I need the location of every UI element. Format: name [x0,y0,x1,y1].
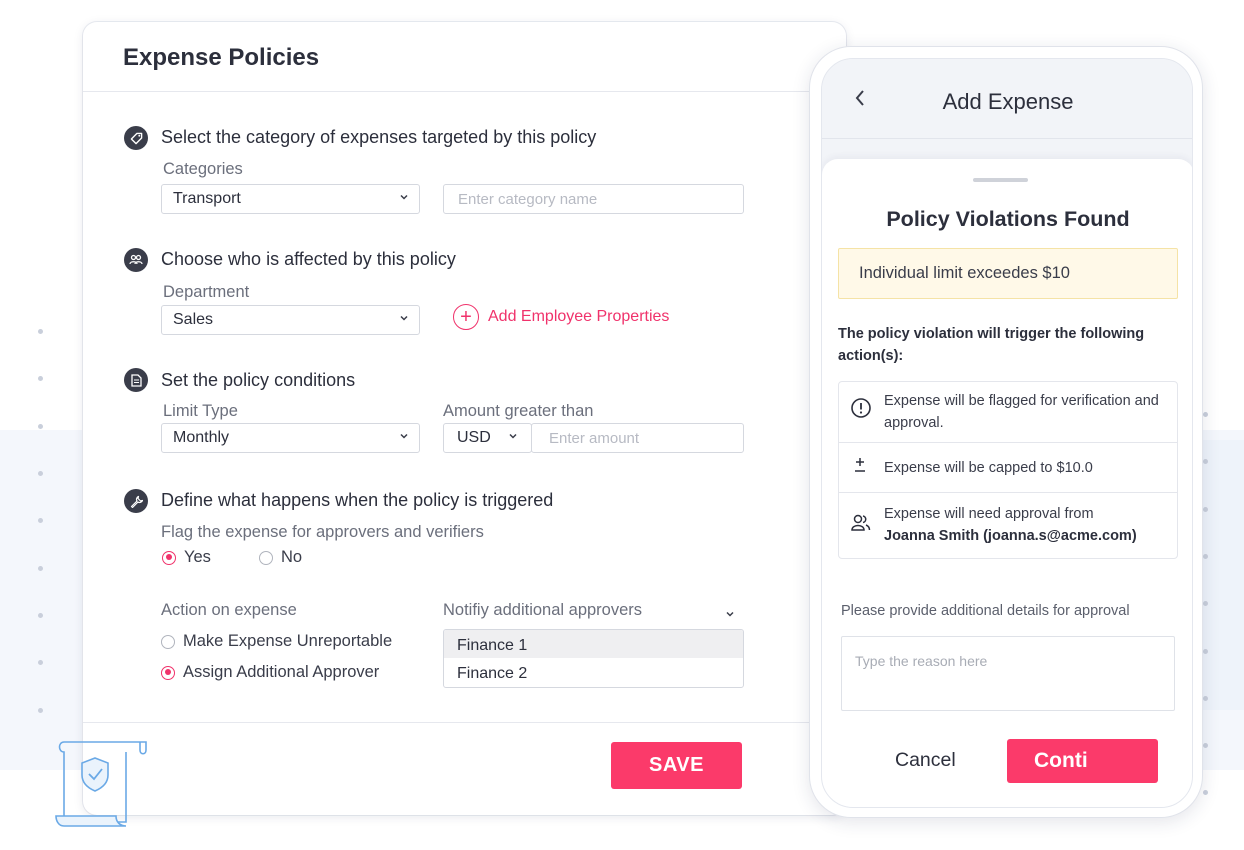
assign-approver-radio[interactable]: Assign Additional Approver [161,663,379,682]
flag-yes-label: Yes [184,548,211,566]
chevron-down-icon [399,310,409,328]
category-section-title: Select the category of expenses targeted… [161,127,597,147]
details-label: Please provide additional details for ap… [841,603,1130,619]
plus-minus-icon [850,455,870,480]
reason-textarea[interactable]: Type the reason here [841,636,1175,711]
limit-type-select[interactable]: Monthly [161,423,420,453]
continue-button[interactable]: Conti [1007,739,1158,783]
approval-text: Expense will need approval from [884,506,1094,522]
plus-circle-icon: + [453,304,479,330]
people-icon [124,248,148,272]
phone-frame: Add Expense Policy Violations Found Indi… [809,46,1203,818]
category-select-value: Transport [173,190,241,207]
amount-input[interactable]: Enter amount [531,423,744,453]
radio-checked-icon [162,550,176,565]
action-on-expense-label: Action on expense [161,601,297,619]
make-unreportable-label: Make Expense Unreportable [183,632,393,650]
chevron-down-icon [399,189,409,207]
currency-select-value: USD [457,429,491,446]
action-text: Expense will be flagged for verification… [884,393,1159,431]
notify-approvers-label: Notifiy additional approvers [443,601,643,619]
save-button[interactable]: SAVE [611,742,742,789]
chevron-down-icon [399,428,409,446]
card-header: Expense Policies [83,22,846,92]
sheet-title: Policy Violations Found [886,207,1130,231]
phone-header: Add Expense [822,59,1192,139]
chevron-down-icon [508,428,518,446]
department-label: Department [163,283,250,301]
amount-label: Amount greater than [443,402,594,420]
approver-option[interactable]: Finance 1 [444,630,743,658]
list-item: Expense will be flagged for verification… [839,382,1177,443]
radio-unchecked-icon [161,634,175,649]
list-item: Expense will need approval from Joanna S… [839,493,1177,559]
phone-screen: Add Expense Policy Violations Found Indi… [821,58,1193,808]
cancel-button[interactable]: Cancel [895,749,956,772]
phone-title: Add Expense [942,89,1074,114]
wrench-icon [124,489,148,513]
sheet-handle[interactable] [973,178,1028,182]
limit-type-select-value: Monthly [173,429,230,446]
document-icon [124,368,148,392]
approvers-listbox[interactable]: Finance 1 Finance 2 [443,629,744,688]
category-select[interactable]: Transport [161,184,420,214]
policy-violations-sheet: Policy Violations Found Individual limit… [822,159,1192,807]
trigger-description: The policy violation will trigger the fo… [838,326,1145,364]
action-text: Expense will need approval from Joanna S… [884,503,1169,547]
currency-select[interactable]: USD [443,423,532,453]
radio-unchecked-icon [259,550,273,565]
shield-scroll-icon [54,740,150,837]
add-employee-properties-label: Add Employee Properties [488,308,670,325]
expense-policies-card: Expense Policies Select the category of … [83,22,846,815]
trigger-section-title: Define what happens when the policy is t… [161,490,554,510]
violation-banner: Individual limit exceedes $10 [838,248,1178,299]
affected-section-title: Choose who is affected by this policy [161,249,456,269]
approver-name: Joanna Smith (joanna.s@acme.com) [884,528,1137,544]
flag-no-label: No [281,548,303,566]
page-title: Expense Policies [123,44,320,71]
department-select[interactable]: Sales [161,305,420,335]
assign-approver-label: Assign Additional Approver [183,663,380,681]
limit-type-label: Limit Type [163,402,238,420]
list-item: Expense will be capped to $10.0 [839,443,1177,493]
radio-checked-icon [161,665,175,680]
approver-option[interactable]: Finance 2 [444,658,743,686]
tag-icon [124,126,148,150]
add-employee-properties-link[interactable]: + Add Employee Properties [453,304,669,330]
make-unreportable-radio[interactable]: Make Expense Unreportable [161,632,392,651]
chevron-down-icon[interactable] [725,606,735,624]
categories-label: Categories [163,160,243,178]
conditions-section-title: Set the policy conditions [161,370,356,390]
actions-list: Expense will be flagged for verification… [838,381,1178,559]
department-select-value: Sales [173,311,214,328]
alert-circle-icon [850,397,872,424]
flag-no-radio[interactable]: No [259,548,302,567]
users-icon [850,513,872,538]
category-name-input[interactable]: Enter category name [443,184,744,214]
flag-yes-radio[interactable]: Yes [162,548,211,567]
flag-label: Flag the expense for approvers and verif… [161,523,484,541]
action-text: Expense will be capped to $10.0 [884,460,1093,476]
